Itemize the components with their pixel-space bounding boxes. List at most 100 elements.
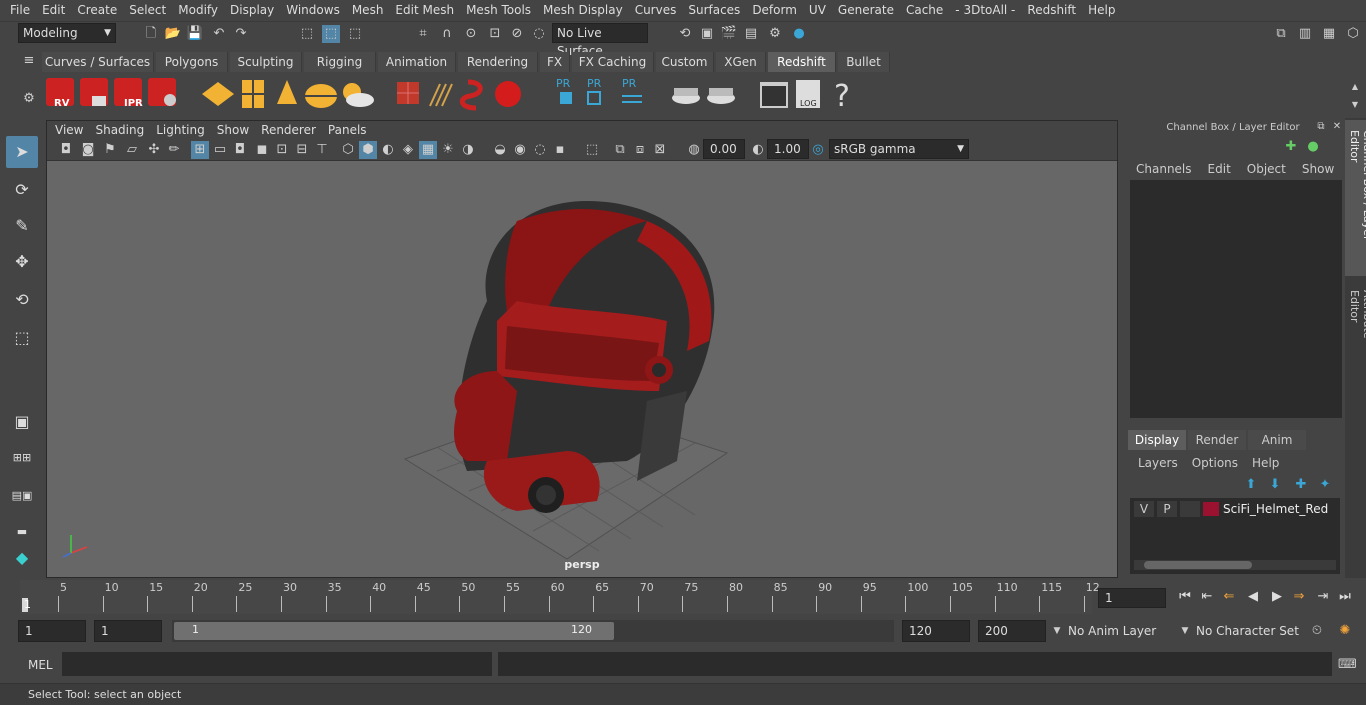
open-scene-icon[interactable]: 📂	[164, 25, 182, 43]
bake-options-icon[interactable]	[707, 88, 735, 104]
redshift-render-icon[interactable]	[80, 78, 108, 106]
dof-icon[interactable]: ▪	[551, 141, 569, 159]
menu-file[interactable]: File	[4, 0, 36, 20]
step-forward-frame-icon[interactable]: ⇒	[1290, 588, 1308, 606]
panel-menu-renderer[interactable]: Renderer	[261, 123, 316, 137]
rotate-tool-icon[interactable]: ⟲	[6, 284, 38, 316]
animation-prefs-icon[interactable]: ✺	[1336, 622, 1354, 640]
panel-menu-show[interactable]: Show	[217, 123, 249, 137]
play-backward-icon[interactable]: ◀	[1244, 588, 1262, 606]
shelf-tab-custom[interactable]: Custom	[656, 52, 714, 72]
panel-menu-panels[interactable]: Panels	[328, 123, 367, 137]
render-sequence-icon[interactable]: 🎬	[720, 25, 738, 43]
antialias-icon[interactable]: ◌	[531, 141, 549, 159]
playback-end-field[interactable]: 120	[902, 620, 970, 642]
mel-label[interactable]: MEL	[28, 658, 53, 672]
move-layer-down-icon[interactable]: ⬇	[1266, 476, 1284, 494]
redo-icon[interactable]: ↷	[232, 25, 250, 43]
xray-icon[interactable]: ⧉	[611, 141, 629, 159]
xray-joints-icon[interactable]: ⧈	[631, 141, 649, 159]
layer-row[interactable]: V P SciFi_Helmet_Red	[1134, 500, 1338, 518]
scene-end-field[interactable]: 200	[978, 620, 1046, 642]
layer-visibility-toggle[interactable]: V	[1134, 501, 1154, 517]
menu-create[interactable]: Create	[71, 0, 123, 20]
live-surface-field[interactable]: No Live Surface	[552, 23, 648, 58]
single-view-icon[interactable]: ▣	[6, 406, 38, 438]
snap-curve-icon[interactable]: ∩	[438, 25, 456, 43]
bookmark-icon[interactable]: ⚑	[101, 141, 119, 159]
light-spot-icon[interactable]	[277, 80, 297, 104]
lights-icon[interactable]: ☀	[439, 141, 457, 159]
layer-tab-display[interactable]: Display	[1128, 430, 1186, 450]
wireframe-icon[interactable]: ⬡	[339, 141, 357, 159]
sphere-material-icon[interactable]	[495, 81, 521, 107]
select-tool-icon[interactable]: ➤	[6, 136, 38, 168]
construction-history-icon[interactable]: ⟲	[676, 25, 694, 43]
checker-icon[interactable]: ▦	[419, 141, 437, 159]
menu-mesh-tools[interactable]: Mesh Tools	[460, 0, 537, 20]
shelf-tab-polygons[interactable]: Polygons	[156, 52, 228, 72]
shelf-tab-fx-caching[interactable]: FX Caching	[572, 52, 654, 72]
select-component-icon[interactable]: ⬚	[346, 25, 364, 43]
toggle-panel-icon[interactable]: ▥	[1296, 25, 1314, 43]
redshift-rv-icon[interactable]: RV	[46, 78, 74, 109]
menu-surfaces[interactable]: Surfaces	[682, 0, 746, 20]
layer-playback-toggle[interactable]: P	[1157, 501, 1177, 517]
menu-windows[interactable]: Windows	[280, 0, 346, 20]
move-layer-up-icon[interactable]: ⬆	[1242, 476, 1260, 494]
help-icon[interactable]: ?	[834, 79, 850, 114]
wire-on-shaded-icon[interactable]: ◐	[379, 141, 397, 159]
exposure-field[interactable]: 0.00	[703, 139, 745, 159]
character-set-dropdown[interactable]: No Character Set	[1196, 624, 1299, 638]
isolate-select-icon[interactable]: ⬚	[583, 141, 601, 159]
shelf-tab-fx[interactable]: FX	[540, 52, 570, 72]
live-surface-icon[interactable]: ◌	[530, 25, 548, 43]
save-scene-icon[interactable]: 💾	[186, 25, 204, 43]
paint-select-icon[interactable]: ✎	[6, 210, 38, 242]
layer-scroll-thumb[interactable]	[1144, 561, 1252, 569]
grease-pencil-icon[interactable]: ✏	[165, 141, 183, 159]
render-settings-icon[interactable]: ⚙	[766, 25, 784, 43]
auto-key-icon[interactable]: ⏲	[1308, 622, 1326, 640]
toggle-panel-2-icon[interactable]: ▦	[1320, 25, 1338, 43]
layer-tab-render[interactable]: Render	[1188, 430, 1246, 450]
light-portal-icon[interactable]	[242, 80, 264, 108]
light-dome-icon[interactable]	[305, 84, 337, 108]
gamma-icon[interactable]: ◐	[749, 141, 767, 159]
menu-help[interactable]: Help	[1082, 0, 1121, 20]
hypershade-icon[interactable]: ●	[790, 25, 808, 43]
2d-pan-icon[interactable]: ✣	[145, 141, 163, 159]
menu-mesh[interactable]: Mesh	[346, 0, 390, 20]
menu-select[interactable]: Select	[123, 0, 172, 20]
shelf-tab-animation[interactable]: Animation	[378, 52, 456, 72]
shelf-scroll-icon[interactable]: ▲ ▼	[1346, 78, 1364, 109]
panel-menu-shading[interactable]: Shading	[95, 123, 144, 137]
safe-action-icon[interactable]: ⊟	[293, 141, 311, 159]
shelf-tab-rendering[interactable]: Rendering	[458, 52, 538, 72]
lasso-tool-icon[interactable]: ⟳	[6, 174, 38, 206]
tab-attribute-editor[interactable]: Attribute Editor	[1345, 284, 1366, 374]
proxy-icon[interactable]	[397, 82, 419, 104]
film-gate-icon[interactable]: ▭	[211, 141, 229, 159]
ambient-occlusion-icon[interactable]: ◒	[491, 141, 509, 159]
shelf-menu-icon[interactable]: ≡	[20, 52, 38, 70]
new-layer-selected-icon[interactable]: ✦	[1316, 476, 1334, 494]
layer-tab-anim[interactable]: Anim	[1248, 430, 1306, 450]
channel-menu-edit[interactable]: Edit	[1208, 162, 1231, 176]
go-to-start-icon[interactable]: ⏮	[1176, 588, 1194, 606]
hair-icon[interactable]	[429, 83, 453, 107]
scene-start-field[interactable]: 1	[18, 620, 86, 642]
shadows-icon[interactable]: ◑	[459, 141, 477, 159]
textured-icon[interactable]: ◈	[399, 141, 417, 159]
color-space-dropdown[interactable]: sRGB gamma ▼	[829, 139, 969, 159]
render-frame-icon[interactable]: ▣	[698, 25, 716, 43]
new-layer-icon[interactable]: ✚	[1292, 476, 1310, 494]
menu-modify[interactable]: Modify	[172, 0, 224, 20]
field-chart-icon[interactable]: ⊡	[273, 141, 291, 159]
camera-attr-icon[interactable]: ◙	[79, 141, 97, 159]
new-scene-icon[interactable]: 🗋	[142, 25, 160, 43]
volume-icon[interactable]	[459, 79, 483, 111]
select-object-icon[interactable]: ⬚	[322, 25, 340, 43]
menu-display[interactable]: Display	[224, 0, 280, 20]
close-icon[interactable]: ✕	[1328, 118, 1346, 136]
